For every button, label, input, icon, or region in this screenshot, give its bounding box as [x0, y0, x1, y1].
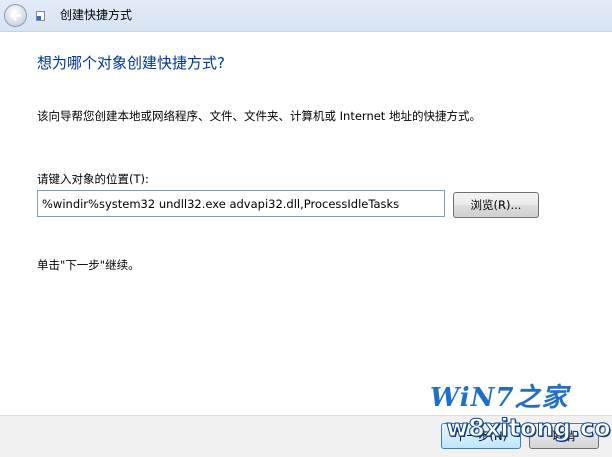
location-label: 请键入对象的位置(T):	[37, 172, 149, 186]
page-heading: 想为哪个对象创建快捷方式?	[37, 54, 225, 72]
location-input[interactable]	[37, 190, 445, 217]
watermark-logo: WiN7之家	[430, 383, 569, 413]
next-step-instruction: 单击"下一步"继续。	[37, 258, 140, 272]
shortcut-icon	[36, 11, 45, 21]
watermark-url: w8xitong.com	[446, 414, 612, 443]
browse-button[interactable]: 浏览(R)...	[453, 192, 539, 218]
window-title: 创建快捷方式	[60, 8, 133, 22]
wizard-description: 该向导帮您创建本地或网络程序、文件、文件夹、计算机或 Internet 地址的快…	[37, 109, 481, 123]
title-bar: 创建快捷方式	[0, 0, 612, 32]
back-arrow-icon	[10, 10, 22, 21]
back-button[interactable]	[4, 4, 27, 27]
